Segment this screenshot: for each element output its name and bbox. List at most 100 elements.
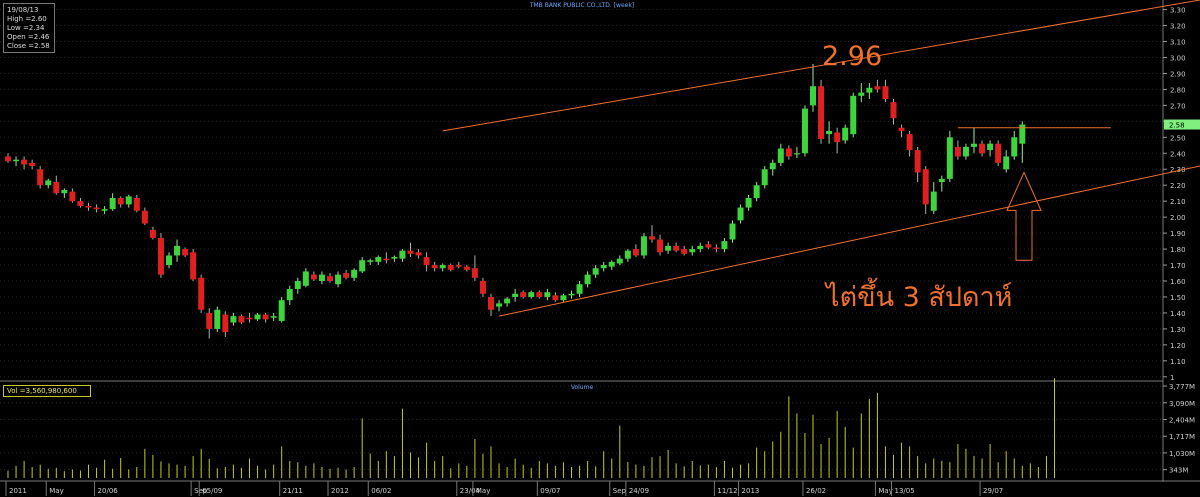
candle-body — [37, 169, 44, 186]
volume-info-text: Vol =3,560,980,600 — [7, 387, 77, 395]
candle-body — [914, 150, 921, 173]
candle-body — [359, 260, 366, 272]
candle-body — [447, 265, 454, 270]
candle-body — [689, 249, 696, 253]
candle-body — [793, 153, 800, 155]
candle-body — [439, 265, 446, 269]
candle-body — [206, 312, 213, 329]
candle-body — [391, 257, 398, 259]
candle-body — [262, 314, 269, 320]
price-tick-label: 3.30 — [1170, 7, 1186, 15]
candle-body — [399, 250, 406, 259]
candle-body — [496, 303, 503, 307]
candle-body — [705, 244, 712, 248]
candle-body — [125, 196, 132, 205]
candle-body — [834, 132, 841, 143]
x-axis-label: 26/02 — [806, 487, 826, 495]
candle-body — [45, 180, 52, 186]
x-axis-label: 2013 — [742, 487, 760, 495]
candle-body — [657, 239, 664, 253]
candle-body — [584, 274, 591, 285]
candle-body — [455, 265, 462, 267]
candle-body — [721, 241, 728, 250]
candle-body — [29, 162, 36, 167]
x-axis-label: 11/12 — [717, 487, 737, 495]
candle-body — [842, 127, 849, 141]
candle-body — [471, 268, 478, 278]
candle-body — [737, 207, 744, 221]
candle-body — [753, 185, 760, 198]
price-tick-label: 2.00 — [1170, 214, 1186, 222]
volume-tick-label: 3,090M — [1169, 400, 1195, 408]
price-tick-label: 2.50 — [1170, 134, 1186, 142]
candle-body — [906, 134, 913, 151]
candle-body — [310, 274, 317, 280]
candle-body — [818, 86, 825, 139]
candle-body — [874, 86, 881, 90]
candle-body — [890, 102, 897, 119]
candle-body — [222, 314, 229, 333]
candle-body — [61, 190, 68, 194]
volume-tick-label: 2,404M — [1169, 416, 1195, 424]
candle-body — [640, 236, 647, 256]
price-tick-label: 3.20 — [1170, 23, 1186, 31]
price-tick-label: 1.10 — [1170, 358, 1186, 366]
candle-body — [463, 266, 470, 270]
candle-body — [512, 293, 519, 297]
candle-body — [77, 201, 84, 206]
x-axis-label: May — [878, 487, 892, 495]
x-axis-label: May — [476, 487, 490, 495]
candle-body — [504, 298, 511, 304]
price-tick-label: 2.80 — [1170, 86, 1186, 94]
price-tick-label: 2.30 — [1170, 166, 1186, 174]
candle-body — [278, 300, 285, 321]
candle-body — [351, 269, 358, 278]
candle-body — [101, 209, 108, 211]
candle-body — [600, 265, 607, 269]
candle-body — [785, 148, 792, 157]
price-tick-label: 1.80 — [1170, 246, 1186, 254]
candle-body — [85, 205, 92, 208]
volume-tick-label: 1,030M — [1169, 450, 1195, 458]
candle-body — [576, 284, 583, 294]
stock-chart: 3.303.203.103.002.902.802.702.602.502.40… — [0, 0, 1200, 497]
x-axis-label: 24/09 — [629, 487, 649, 495]
candle-body — [528, 292, 535, 297]
candle-body — [898, 127, 905, 131]
info-low: Low =2.34 — [7, 24, 45, 32]
candle-body — [536, 292, 543, 297]
x-axis-label: 05/09 — [202, 487, 222, 495]
candle-body — [318, 274, 325, 282]
price-tick-label: 2.40 — [1170, 150, 1186, 158]
candle-body — [971, 143, 977, 147]
candle-body — [383, 258, 390, 261]
x-axis-label: 06/02 — [371, 487, 391, 495]
price-tick-label: 2.20 — [1170, 182, 1186, 190]
candle-body — [995, 143, 1002, 163]
candle-body — [987, 143, 994, 151]
candle-body — [858, 92, 865, 96]
price-tick-label: 2.10 — [1170, 198, 1186, 206]
candle-body — [488, 296, 494, 310]
candle-body — [801, 108, 808, 154]
candle-body — [13, 159, 20, 162]
candle-body — [415, 252, 422, 256]
candle-body — [954, 146, 961, 157]
candle-body — [649, 236, 655, 240]
candle-body — [327, 276, 333, 282]
candle-body — [270, 316, 277, 318]
candle-body — [190, 252, 197, 280]
candle-body — [979, 143, 986, 154]
candle-body — [53, 182, 60, 194]
candle-body — [632, 249, 639, 256]
volume-tick-label: 3,777M — [1169, 383, 1195, 391]
x-axis-label: 2011 — [9, 487, 27, 495]
chart-title: TMB BANK PUBLIC CO.,LTD. [week] — [529, 2, 634, 9]
candle-body — [133, 197, 140, 211]
candle-body — [238, 316, 245, 323]
candle-body — [407, 250, 414, 254]
candle-body — [962, 146, 969, 157]
x-axis-label: 21/11 — [283, 487, 303, 495]
candle-body — [230, 316, 237, 323]
thai-annotation: ไต่ขึ้น 3 สัปดาห์ — [824, 277, 1012, 313]
